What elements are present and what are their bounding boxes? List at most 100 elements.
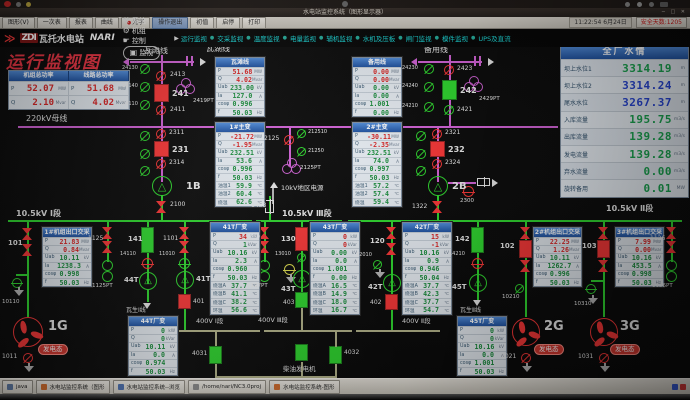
view-menu-辅机监视[interactable]: 辅机监视: [326, 33, 352, 43]
menu-button-一次表[interactable]: 一次表: [37, 17, 67, 29]
earth-switch[interactable]: [416, 166, 426, 176]
breaker-102[interactable]: [519, 240, 532, 258]
breaker-103[interactable]: [598, 227, 608, 239]
breaker-1125[interactable]: [102, 227, 112, 239]
breaker-403[interactable]: [295, 292, 308, 308]
breaker-2100[interactable]: [156, 201, 166, 213]
earth-switch-14210[interactable]: [472, 258, 483, 269]
taskbar-item-水电站监控系统--浏览[interactable]: 水电站监控系统--浏览: [113, 380, 185, 394]
disconnector-2324[interactable]: [432, 159, 442, 169]
earth-switch-24240[interactable]: [424, 82, 434, 92]
tray-icon[interactable]: [342, 1, 348, 7]
earth-switch-10110[interactable]: [12, 278, 22, 288]
view-menu-UPS及直流[interactable]: UPS及直流: [478, 33, 510, 43]
earth-switch-11010[interactable]: [179, 258, 190, 269]
red-indicator-icon[interactable]: [4, 1, 11, 7]
tray-icon[interactable]: [26, 2, 31, 7]
breaker-4031[interactable]: [209, 346, 222, 364]
window-controls[interactable]: ─ □ ✕: [662, 8, 687, 17]
view-menu-交采监视[interactable]: 交采监视: [217, 33, 243, 43]
breaker-1127[interactable]: [259, 227, 269, 239]
earth-switch-24110[interactable]: [140, 100, 150, 110]
menu-button-曲线[interactable]: 曲线: [95, 17, 119, 29]
breaker-241[interactable]: [154, 84, 169, 102]
breaker-130[interactable]: [295, 227, 308, 251]
view-menu-电量监视[interactable]: 电量监视: [290, 33, 316, 43]
tray-icon[interactable]: [660, 2, 668, 7]
disconnector-2125[interactable]: [284, 135, 294, 145]
earth-switch[interactable]: [416, 149, 426, 159]
menu-button-报表[interactable]: 报表: [69, 17, 93, 29]
tool-system[interactable]: ⚒系统: [123, 16, 161, 26]
earth-switch-10310[interactable]: [586, 284, 596, 294]
disconnector-1031[interactable]: [599, 353, 609, 363]
taskbar-item-java[interactable]: java: [2, 380, 33, 394]
earth-switch[interactable]: [140, 166, 150, 176]
earth-switch-10210[interactable]: [515, 284, 524, 293]
tray-icon[interactable]: [16, 2, 21, 7]
tray-icon[interactable]: [625, 2, 630, 7]
breaker-1101[interactable]: [179, 227, 189, 239]
disconnector-1021[interactable]: [521, 353, 531, 363]
breaker-102[interactable]: [520, 227, 530, 239]
disconnector-2421[interactable]: [444, 105, 454, 115]
disconnector-2311[interactable]: [156, 129, 166, 139]
breaker-232[interactable]: [430, 141, 445, 157]
safety-days-button[interactable]: 安全天数:1205: [636, 17, 687, 28]
earth-switch-12010[interactable]: [373, 260, 382, 269]
view-menu-运行监视[interactable]: 运行监视: [181, 33, 207, 43]
breaker-102[interactable]: [520, 260, 530, 272]
tray-icon[interactable]: [637, 2, 642, 7]
breaker-1126[interactable]: [666, 241, 676, 253]
breaker-101[interactable]: [22, 244, 32, 256]
taskbar-item-水电站监控系统-图形[interactable]: 水电站监控系统-图形: [269, 380, 340, 394]
tray-icon[interactable]: [672, 384, 678, 390]
tool-monitor[interactable]: ▣监视: [123, 46, 161, 60]
tray-icon[interactable]: [649, 2, 654, 7]
disconnector-2413[interactable]: [156, 71, 166, 81]
menu-button-初值[interactable]: 初值: [190, 17, 214, 29]
breaker-1101[interactable]: [179, 241, 189, 253]
earth-switch-14110[interactable]: [142, 258, 153, 269]
tool-unit[interactable]: ⚙机组: [123, 26, 161, 36]
disconnector-2314[interactable]: [156, 159, 166, 169]
menu-button-图形(V)[interactable]: 图形(V): [2, 17, 35, 29]
breaker-231[interactable]: [154, 141, 169, 157]
earth-switch-24210[interactable]: [424, 102, 434, 112]
earth-switch-21250[interactable]: [297, 147, 306, 156]
earth-switch-212510[interactable]: [297, 129, 306, 138]
breaker-1322[interactable]: [432, 201, 442, 213]
disconnector-2321[interactable]: [432, 129, 442, 139]
view-menu-闸门监视[interactable]: 闸门监视: [406, 33, 432, 43]
disconnector-2423[interactable]: [444, 65, 454, 75]
menu-button-启停[interactable]: 启停: [216, 17, 240, 29]
earth-switch-24130[interactable]: [140, 64, 150, 74]
breaker-1127[interactable]: [259, 241, 269, 253]
tray-icon[interactable]: [680, 384, 686, 390]
breaker-1125[interactable]: [102, 241, 112, 253]
breaker-4032[interactable]: [329, 346, 342, 364]
breaker-103[interactable]: [598, 260, 608, 272]
disconnector-2411[interactable]: [156, 105, 166, 115]
view-menu-模件监视[interactable]: 模件监视: [442, 33, 468, 43]
earth-switch[interactable]: [140, 131, 150, 141]
breaker-402[interactable]: [385, 294, 398, 310]
disconnector-1011[interactable]: [23, 353, 33, 363]
window-titlebar[interactable]: 水电站监控系统（图形显示器） ─ □ ✕: [0, 8, 690, 17]
menu-button-打印[interactable]: 打印: [242, 17, 266, 29]
taskbar-item-水电站监控系统（图形[interactable]: 水电站监控系统（图形: [36, 380, 110, 394]
breaker-101[interactable]: [22, 228, 32, 240]
disconnector-142[interactable]: [471, 227, 484, 253]
breaker-242[interactable]: [442, 80, 457, 100]
breaker-120[interactable]: [386, 243, 396, 255]
earth-switch[interactable]: [140, 149, 150, 159]
breaker-103[interactable]: [597, 240, 610, 258]
breaker-diesel[interactable]: [295, 344, 308, 361]
earth-switch-13010[interactable]: [297, 253, 306, 262]
view-menu-水机及压板[interactable]: 水机及压板: [363, 33, 396, 43]
taskbar-item-/home/nari/NC3.0proj[interactable]: /home/nari/NC3.0proj: [188, 380, 266, 394]
earth-switch-24230[interactable]: [424, 64, 434, 74]
earth-switch-24140[interactable]: [140, 82, 150, 92]
view-menu-温度监视[interactable]: 温度监视: [254, 33, 280, 43]
breaker-1126[interactable]: [666, 227, 676, 239]
